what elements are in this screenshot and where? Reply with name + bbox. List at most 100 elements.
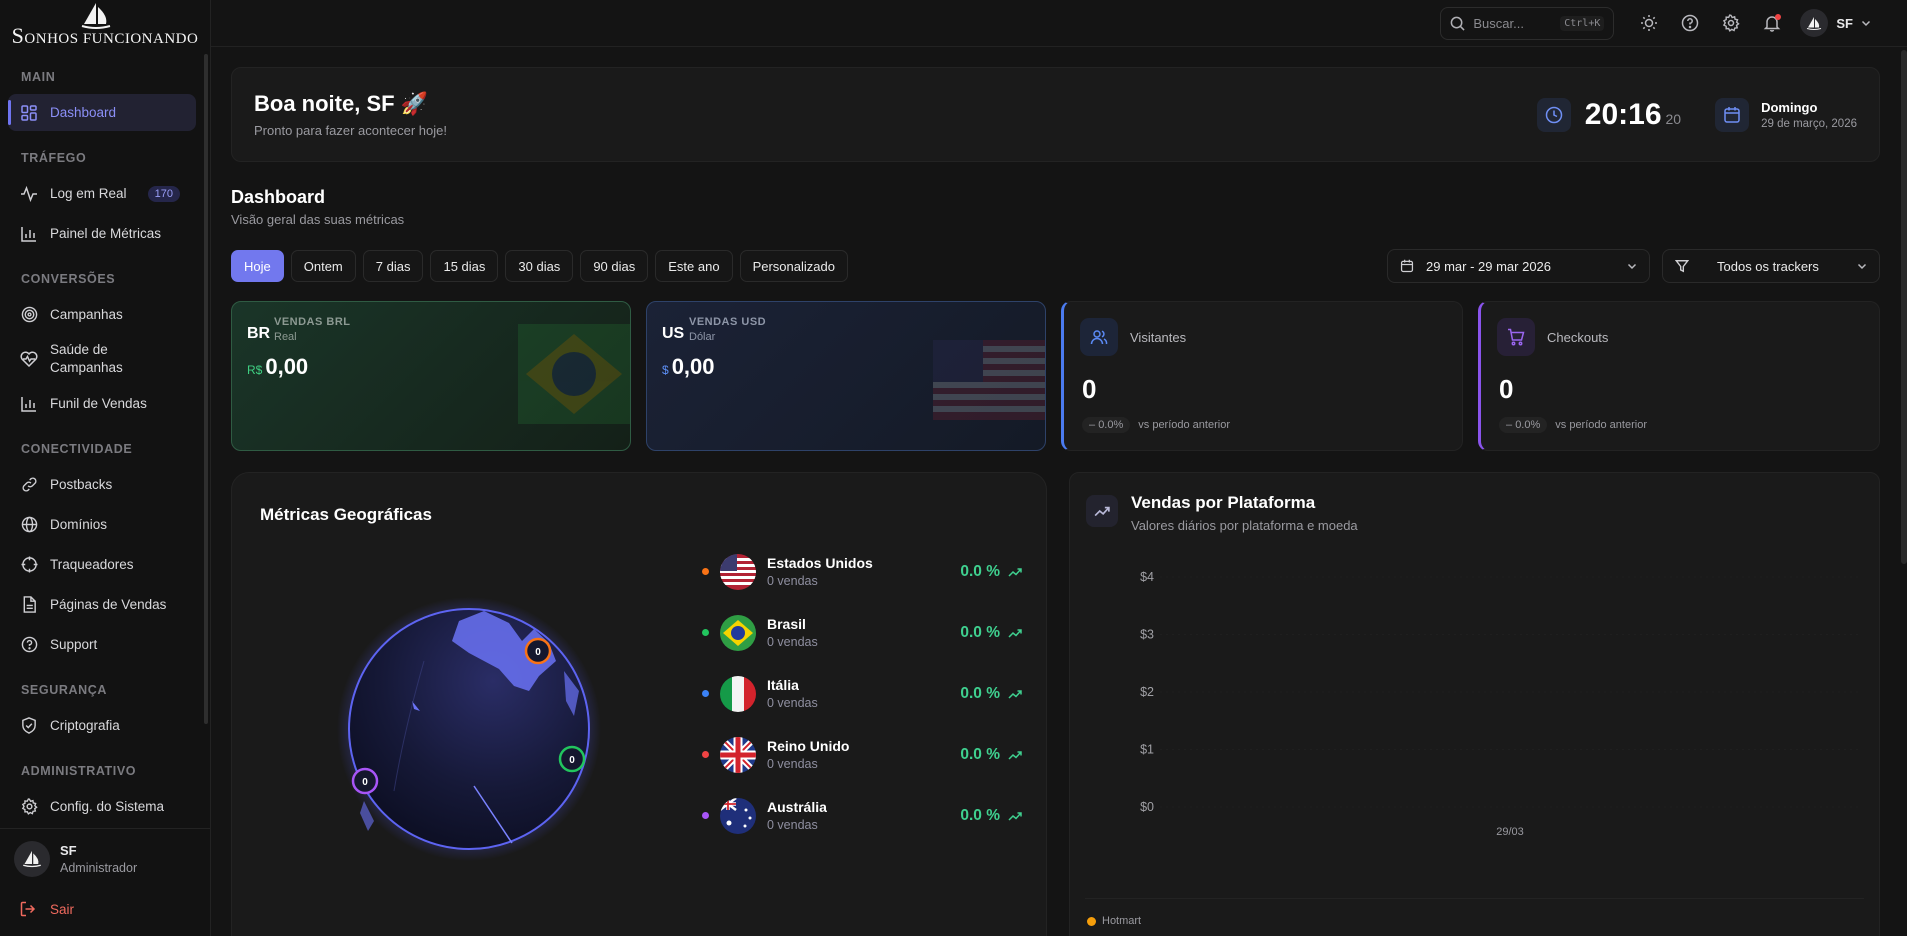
chart-legend[interactable]: Hotmart	[1087, 915, 1141, 927]
user-initials: SF	[1836, 15, 1853, 31]
filter-personalizado[interactable]: Personalizado	[739, 250, 848, 282]
settings-button[interactable]	[1710, 7, 1751, 40]
currency-code: US	[662, 325, 685, 342]
bar-chart-icon	[20, 395, 38, 413]
country-percent: 0.0 %	[960, 624, 1022, 642]
australia-flag-icon	[720, 797, 756, 834]
filter-este-ano[interactable]: Este ano	[655, 250, 733, 282]
section-administrativo: ADMINISTRATIVO	[21, 764, 137, 778]
filter-icon	[1675, 260, 1689, 273]
bar-chart-icon	[20, 225, 38, 243]
sidebar-item-saude-campanhas[interactable]: Saúde de Campanhas	[8, 336, 196, 382]
filter-hoje[interactable]: Hoje	[231, 250, 284, 282]
sidebar-item-label: Saúde de Campanhas	[50, 342, 123, 375]
list-item[interactable]: Itália 0 vendas 0.0 %	[702, 663, 1022, 724]
y-tick-label: $4	[1140, 570, 1154, 584]
avatar	[1800, 9, 1829, 37]
sidebar-nav: MAIN Dashboard TRÁFEGO Log em Real 170 P…	[0, 50, 210, 828]
list-item[interactable]: Austrália 0 vendas 0.0 %	[702, 785, 1022, 846]
legend-label: Hotmart	[1102, 915, 1142, 927]
sidebar-item-label: Traqueadores	[50, 557, 134, 572]
crosshair-icon	[20, 556, 38, 574]
geo-marker[interactable]: 0	[524, 637, 552, 665]
theme-toggle-button[interactable]	[1628, 7, 1669, 40]
search-input[interactable]: Buscar... Ctrl+K	[1440, 6, 1615, 40]
kpi-cards: BR VENDAS BRL Real R$ 0,00 US VENDAS USD …	[231, 301, 1880, 451]
sales-line-chart[interactable]: $4 $3 $2 $1 $0 29/03	[1070, 473, 1882, 936]
tracker-value: Todos os trackers	[1717, 258, 1819, 274]
date-range-select[interactable]: 29 mar - 29 mar 2026	[1387, 249, 1650, 283]
sidebar-item-dominios[interactable]: Domínios	[8, 506, 196, 543]
usa-flag-icon	[720, 553, 756, 590]
list-item[interactable]: Brasil 0 vendas 0.0 %	[702, 602, 1022, 663]
sales-usd-card[interactable]: US VENDAS USD Dólar $0,00	[646, 301, 1046, 451]
trend-up-icon	[1008, 811, 1022, 821]
sidebar-item-label: Domínios	[50, 517, 108, 532]
sidebar-item-criptografia[interactable]: Criptografia	[8, 707, 196, 744]
chevron-down-icon	[1627, 263, 1637, 270]
calendar-icon	[1715, 97, 1750, 132]
date-weekday: Domingo	[1761, 99, 1818, 115]
country-sales: 0 vendas	[767, 757, 818, 771]
sidebar-item-support[interactable]: Support	[8, 626, 196, 663]
checkouts-value: 0	[1499, 374, 1514, 404]
section-seguranca: SEGURANÇA	[21, 683, 107, 697]
help-circle-icon	[20, 636, 38, 654]
logout-button[interactable]: Sair	[14, 901, 196, 917]
list-item[interactable]: Estados Unidos 0 vendas 0.0 %	[702, 541, 1022, 602]
sales-brl-card[interactable]: BR VENDAS BRL Real R$ 0,00	[231, 301, 631, 451]
sidebar-item-dashboard[interactable]: Dashboard	[8, 94, 196, 131]
sidebar-item-postbacks[interactable]: Postbacks	[8, 466, 196, 503]
list-item[interactable]: Reino Unido 0 vendas 0.0 %	[702, 724, 1022, 785]
filter-ontem[interactable]: Ontem	[290, 250, 356, 282]
globe-visualization[interactable]: 0 0 0	[334, 581, 604, 861]
sidebar-item-campanhas[interactable]: Campanhas	[8, 296, 196, 333]
user-menu[interactable]: SF	[1800, 9, 1871, 37]
delta-compare: vs período anterior	[1138, 419, 1230, 431]
sidebar-item-config-sistema[interactable]: Config. do Sistema	[8, 788, 196, 825]
geo-marker[interactable]: 0	[558, 745, 586, 773]
y-tick-label: $3	[1140, 628, 1154, 642]
clock-seconds: 20	[1665, 110, 1682, 127]
greeting-subtitle: Pronto para fazer acontecer hoje!	[254, 123, 447, 138]
logout-icon	[20, 901, 36, 917]
geo-title: Métricas Geográficas	[260, 505, 432, 524]
user-profile[interactable]: SF Administrador	[14, 841, 196, 877]
brand-logo[interactable]: SONHOS FUNCIONANDO	[0, 0, 210, 50]
filter-15-dias[interactable]: 15 dias	[430, 250, 499, 282]
checkouts-card[interactable]: Checkouts 0 – 0.0% vs período anterior	[1478, 301, 1880, 451]
country-percent: 0.0 %	[960, 563, 1022, 581]
country-name: Reino Unido	[767, 738, 850, 754]
notifications-button[interactable]	[1751, 7, 1792, 40]
sales-brl-value: R$ 0,00	[247, 354, 309, 379]
sidebar-item-traqueadores[interactable]: Traqueadores	[8, 546, 196, 583]
sidebar-item-log-em-real[interactable]: Log em Real 170	[8, 175, 196, 212]
clock-icon	[1536, 97, 1571, 132]
svg-text:0: 0	[535, 647, 541, 658]
geo-marker[interactable]: 0	[351, 767, 379, 795]
italy-flag-icon	[720, 675, 756, 712]
sales-usd-value: $0,00	[662, 354, 715, 379]
legend-swatch	[1087, 916, 1096, 926]
sidebar-item-painel-metricas[interactable]: Painel de Métricas	[8, 215, 196, 252]
sidebar-item-funil-vendas[interactable]: Funil de Vendas	[8, 385, 196, 422]
filter-30-dias[interactable]: 30 dias	[505, 250, 574, 282]
country-sales: 0 vendas	[767, 635, 818, 649]
help-button[interactable]	[1669, 7, 1710, 40]
filter-90-dias[interactable]: 90 dias	[580, 250, 649, 282]
country-sales: 0 vendas	[767, 696, 818, 710]
sidebar-scrollbar[interactable]	[204, 54, 208, 724]
sidebar-item-paginas-vendas[interactable]: Páginas de Vendas	[8, 586, 196, 623]
date-widget: Domingo 29 de março, 2026	[1715, 97, 1857, 132]
main-scrollbar[interactable]	[1901, 50, 1907, 564]
visitors-card[interactable]: Visitantes 0 – 0.0% vs período anterior	[1061, 301, 1463, 451]
status-dot	[702, 629, 709, 636]
filter-7-dias[interactable]: 7 dias	[362, 250, 424, 282]
sun-icon	[1640, 15, 1657, 31]
clock-widget: 20:16 20 Domingo 29 de março, 2026	[1536, 97, 1857, 132]
sidebar-item-label: Config. do Sistema	[50, 799, 165, 814]
card-sublabel: Dólar	[689, 331, 716, 343]
date-range-value: 29 mar - 29 mar 2026	[1426, 258, 1552, 274]
visitors-delta: – 0.0% vs período anterior	[1082, 417, 1230, 433]
tracker-select[interactable]: Todos os trackers	[1662, 249, 1880, 283]
